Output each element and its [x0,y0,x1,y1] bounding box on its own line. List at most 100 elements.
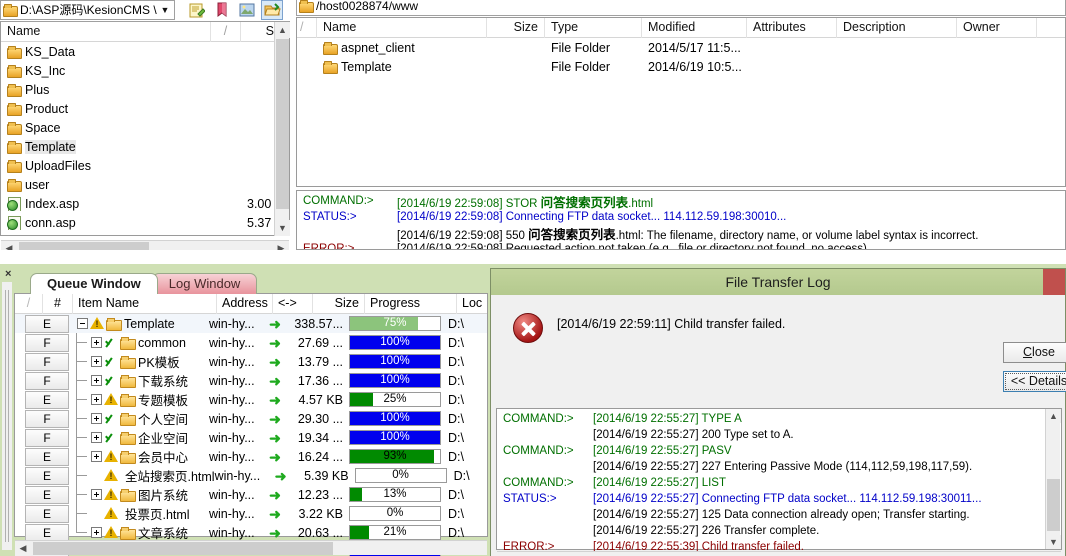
local-file-row[interactable]: Product [1,99,289,118]
scroll-right-icon[interactable]: ▶ [1045,552,1061,556]
local-file-row[interactable]: user [1,175,289,194]
scroll-left-icon[interactable]: ◀ [497,552,513,556]
column-header-sort[interactable]: / [297,17,317,38]
queue-row-flag[interactable]: F [25,428,69,447]
local-path-bar[interactable]: D:\ASP源码\KesionCMS \ [0,0,175,20]
queue-row-flag[interactable]: F [25,409,69,428]
column-header-name[interactable]: Name [317,17,487,38]
dialog-vscroll-thumb[interactable] [1047,479,1060,531]
remote-file-row[interactable]: aspnet_client File Folder 2014/5/17 11:5..… [297,38,1065,57]
queue-row[interactable]: F 个人空间 win-hy... ➜ 29.30 ... 100% D:\ [15,409,487,428]
column-header-sort[interactable]: / [211,21,241,42]
local-file-row[interactable]: KS_Inc [1,61,289,80]
queue-row[interactable]: F PK模板 win-hy... ➜ 13.79 ... 100% D:\ [15,352,487,371]
expand-icon[interactable] [91,413,102,424]
column-header-attributes[interactable]: Attributes [747,17,837,38]
column-header-address[interactable]: Address [217,293,273,314]
transfer-direction-icon: ➜ [269,391,281,408]
queue-item-label: PK模板 [138,356,180,370]
folder-icon [7,159,22,173]
queue-row[interactable]: E 专题模板 win-hy... ➜ 4.57 KB 25% D:\ [15,390,487,409]
queue-hscrollbar[interactable]: ◀ [15,540,487,556]
local-file-row[interactable]: Space [1,118,289,137]
column-header-item-name[interactable]: Item Name [73,293,217,314]
queue-row-flag[interactable]: E [25,523,69,542]
queue-row[interactable]: E 全站搜索页.htmlwin-hy... ➜ 5.39 KB 0% D:\ [15,466,487,485]
toolbar-image-button[interactable] [236,0,258,20]
dialog-log-tag: STATUS:> [503,493,557,505]
toolbar-bookmark-button[interactable] [211,0,233,20]
collapse-icon[interactable] [77,318,88,329]
queue-row-flag[interactable]: F [25,333,69,352]
queue-row[interactable]: F 下载系统 win-hy... ➜ 17.36 ... 100% D:\ [15,371,487,390]
column-header-size[interactable]: Size [487,17,545,38]
column-header-sort[interactable]: / [15,293,43,314]
queue-row[interactable]: F 企业空间 win-hy... ➜ 19.34 ... 100% D:\ [15,428,487,447]
column-header-size[interactable]: Size [313,293,365,314]
queue-row-flag[interactable]: E [25,504,69,523]
queue-rows: ETemplatewin-hy...➜338.57...75%D:\Fcommo… [15,314,487,556]
remote-path-bar[interactable]: /host0028874/www [296,0,1066,16]
close-button[interactable]: Close [1003,342,1066,363]
column-header-name[interactable]: Name [1,21,211,42]
transfer-direction-icon: ➜ [269,429,281,446]
column-header-modified[interactable]: Modified [642,17,747,38]
expand-icon[interactable] [91,432,102,443]
local-file-row[interactable]: UploadFiles [1,156,289,175]
queue-row-flag[interactable]: F [25,371,69,390]
column-header-type[interactable]: Type [545,17,642,38]
column-header-loc[interactable]: Loc [457,294,487,314]
local-file-row[interactable]: KS_Data [1,42,289,61]
scroll-up-icon[interactable]: ▲ [1046,409,1061,423]
column-header-owner[interactable]: Owner [957,17,1037,38]
dialog-close-icon[interactable] [1043,269,1065,295]
queue-row-flag[interactable]: E [25,466,69,485]
local-path-dropdown-arrow[interactable]: ▼ [157,1,173,19]
dialog-log-hscrollbar[interactable]: ◀ ▶ [497,551,1061,556]
toolbar-edit-button[interactable] [186,0,208,20]
queue-drag-gripper[interactable] [2,282,12,550]
local-file-row[interactable]: conn.asp 5.37 K [1,213,289,232]
dialog-log-vscrollbar[interactable]: ▲ ▼ [1045,409,1061,549]
local-vscroll-thumb[interactable] [276,39,289,209]
expand-icon[interactable] [91,489,102,500]
queue-row-flag[interactable]: E [25,447,69,466]
column-header-number[interactable]: # [43,293,73,314]
dialog-titlebar[interactable]: File Transfer Log [491,269,1065,295]
remote-file-row[interactable]: Template File Folder 2014/6/19 10:5... [297,57,1065,76]
queue-row-flag[interactable]: E [25,390,69,409]
toolbar-open-folder-button[interactable] [261,0,283,20]
scroll-down-icon[interactable]: ▼ [275,220,290,236]
queue-row-flag[interactable]: F [25,352,69,371]
queue-hscroll-thumb[interactable] [33,542,333,555]
scroll-left-icon[interactable]: ◀ [15,541,31,556]
local-file-row[interactable]: Template [1,137,289,156]
queue-row[interactable]: E Template win-hy... ➜ 338.57... 75% D:\ [15,314,487,333]
queue-row[interactable]: E 图片系统 win-hy... ➜ 12.23 ... 13% D:\ [15,485,487,504]
queue-row-flag[interactable]: E [25,314,69,333]
column-header-direction[interactable]: <-> [273,293,313,314]
details-button[interactable]: << Details [1003,371,1066,392]
queue-close-icon[interactable]: × [5,268,11,280]
expand-icon[interactable] [91,356,102,367]
column-header-description[interactable]: Description [837,17,957,38]
expand-icon[interactable] [91,375,102,386]
expand-icon[interactable] [91,451,102,462]
local-file-row[interactable]: Index.asp 3.00 K [1,194,289,213]
queue-row[interactable]: Fcommon win-hy... ➜ 27.69 ... 100% D:\ [15,333,487,352]
expand-icon[interactable] [91,527,102,538]
queue-row[interactable]: E 投票页.html win-hy... ➜ 3.22 KB 0% D:\ [15,504,487,523]
local-vscrollbar[interactable]: ▲ ▼ [274,22,290,236]
scroll-down-icon[interactable]: ▼ [1046,535,1061,549]
scroll-up-icon[interactable]: ▲ [275,22,290,38]
column-header-progress[interactable]: Progress [365,293,457,314]
expand-icon[interactable] [91,394,102,405]
expand-icon[interactable] [91,337,102,348]
panel-splitter[interactable] [0,250,1066,264]
tab-queue-window[interactable]: Queue Window [30,273,158,294]
queue-row[interactable]: E 会员中心 win-hy... ➜ 16.24 ... 93% D:\ [15,447,487,466]
progress-bar-label: 25% [383,393,407,405]
queue-row-flag[interactable]: E [25,485,69,504]
tab-log-window[interactable]: Log Window [151,273,258,294]
local-file-row[interactable]: Plus [1,80,289,99]
